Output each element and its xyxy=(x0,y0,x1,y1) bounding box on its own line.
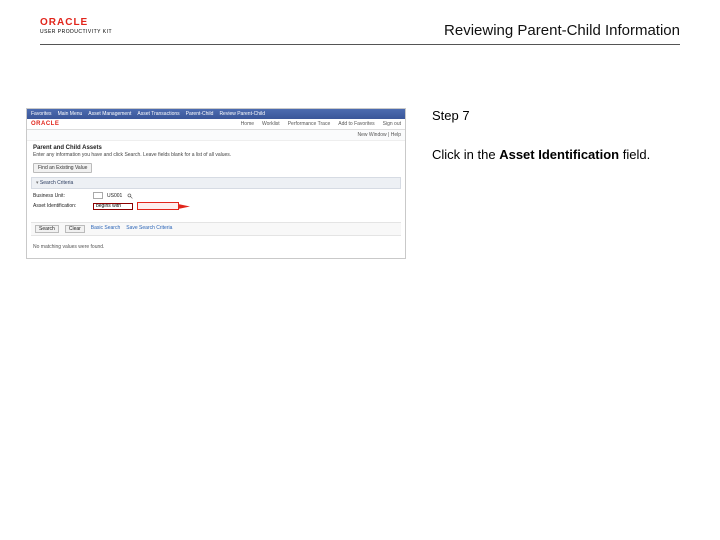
page-title: Reviewing Parent-Child Information xyxy=(444,22,680,39)
upk-subtitle: USER PRODUCTIVITY KIT xyxy=(40,29,112,35)
ps-oracle-logo: ORACLE xyxy=(31,121,59,127)
link-performance-trace[interactable]: Performance Trace xyxy=(288,121,331,127)
step-number: Step 7 xyxy=(432,108,690,123)
search-criteria-header[interactable]: Search Criteria xyxy=(31,177,401,189)
crumb-review-parent-child[interactable]: Review Parent-Child xyxy=(219,111,265,117)
lookup-icon[interactable] xyxy=(126,192,133,199)
instruction-panel: Step 7 Click in the Asset Identification… xyxy=(432,108,690,162)
instruction-text-post: field. xyxy=(619,147,650,162)
crumb-asset-transactions[interactable]: Asset Transactions xyxy=(137,111,179,117)
find-existing-value-tab[interactable]: Find an Existing Value xyxy=(33,163,92,173)
link-home[interactable]: Home xyxy=(241,121,254,127)
crumb-asset-management[interactable]: Asset Management xyxy=(88,111,131,117)
instruction-text-bold: Asset Identification xyxy=(499,147,619,162)
ps-breadcrumb: Favorites Main Menu Asset Management Ass… xyxy=(27,109,405,119)
asset-id-op-field[interactable] xyxy=(93,203,133,210)
asset-id-label: Asset Identification: xyxy=(33,203,89,209)
new-window-help[interactable]: New Window | Help xyxy=(357,132,401,138)
save-search-link[interactable]: Save Search Criteria xyxy=(126,225,172,233)
header-divider xyxy=(40,44,680,45)
embedded-screenshot: Favorites Main Menu Asset Management Ass… xyxy=(26,108,406,259)
link-worklist[interactable]: Worklist xyxy=(262,121,280,127)
instruction-text-pre: Click in the xyxy=(432,147,499,162)
oracle-wordmark: ORACLE xyxy=(40,18,112,28)
crumb-main-menu[interactable]: Main Menu xyxy=(58,111,83,117)
signout-button[interactable]: Sign out xyxy=(383,121,401,127)
ps-page-heading: Parent and Child Assets xyxy=(27,141,405,152)
business-unit-value: US001 xyxy=(107,193,122,199)
basic-search-link[interactable]: Basic Search xyxy=(91,225,120,233)
search-button[interactable]: Search xyxy=(35,225,59,233)
ps-page-description: Enter any information you have and click… xyxy=(27,152,405,161)
search-actions: Search Clear Basic Search Save Search Cr… xyxy=(31,222,401,236)
business-unit-label: Business Unit: xyxy=(33,193,89,199)
no-results-message: No matching values were found. xyxy=(27,242,405,258)
asset-id-highlight[interactable] xyxy=(137,202,179,210)
crumb-favorites[interactable]: Favorites xyxy=(31,111,52,117)
clear-button[interactable]: Clear xyxy=(65,225,85,233)
asset-id-row: Asset Identification: xyxy=(33,202,399,210)
instruction-text: Click in the Asset Identification field. xyxy=(432,147,690,162)
link-add-favorites[interactable]: Add to Favorites xyxy=(338,121,374,127)
crumb-parent-child[interactable]: Parent-Child xyxy=(186,111,214,117)
business-unit-row: Business Unit: US001 xyxy=(33,192,399,199)
business-unit-op[interactable] xyxy=(93,192,103,199)
upk-logo-block: ORACLE USER PRODUCTIVITY KIT xyxy=(40,18,112,35)
